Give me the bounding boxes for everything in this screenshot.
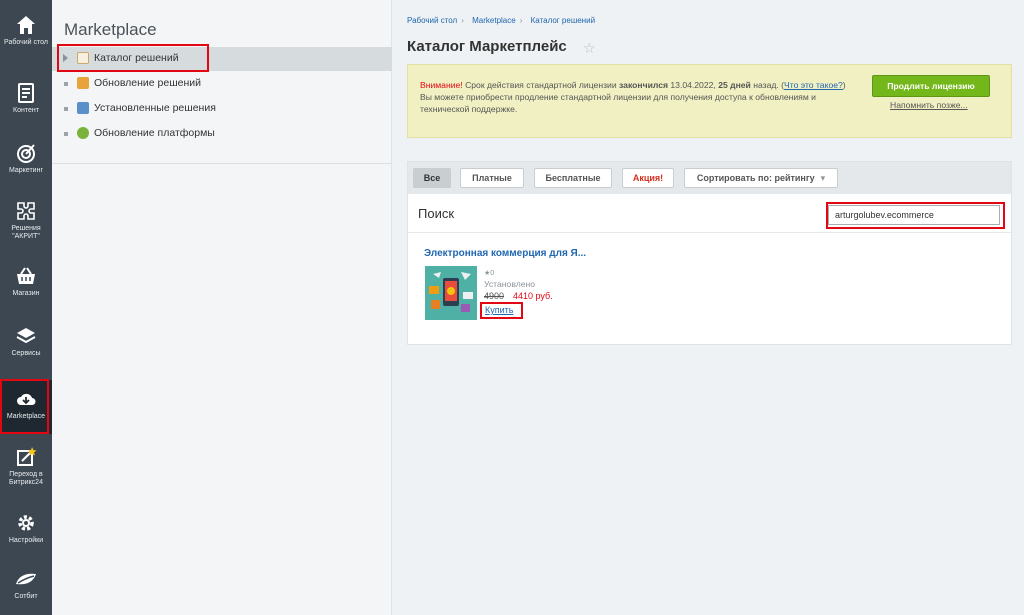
highlight-box-catalog — [57, 44, 209, 72]
marketplace-submenu: Marketplace Каталог решений Обновление р… — [52, 0, 392, 615]
notice-date: 13.04.2022, — [668, 80, 719, 90]
submenu-item-update-solutions[interactable]: Обновление решений — [52, 72, 392, 96]
sidebar-item-desktop[interactable]: Рабочий стол — [0, 14, 52, 47]
sidebar-item-label: Рабочий стол — [4, 39, 48, 46]
product-rating: ★0 — [484, 270, 495, 277]
sidebar-item-sotbit[interactable]: Сотбит — [0, 570, 52, 601]
submenu-divider — [52, 163, 392, 164]
notice-text-part: назад. ( — [750, 80, 785, 90]
gear-icon — [18, 515, 34, 531]
bullet-icon — [64, 132, 68, 136]
product-title-link[interactable]: Электронная коммерция для Я... — [424, 248, 586, 259]
filter-bar: Все Платные Бесплатные Акция! Сортироват… — [408, 162, 1011, 194]
notice-days: 25 дней — [718, 80, 751, 90]
sidebar-item-akrit[interactable]: Решения "АКРИТ" — [0, 200, 52, 241]
external-edit-icon — [17, 447, 37, 466]
page-title: Каталог Маркетплейс — [407, 38, 567, 55]
sidebar-item-label: Настройки — [8, 537, 44, 544]
breadcrumb-catalog[interactable]: Каталог решений — [531, 16, 595, 25]
notice-warning: Внимание! — [420, 80, 463, 90]
highlight-box-marketplace — [0, 379, 49, 434]
bullet-icon — [64, 107, 68, 111]
home-icon — [17, 16, 35, 34]
target-icon — [17, 144, 35, 163]
highlight-box-search — [826, 202, 1005, 229]
license-notice: Внимание! Срок действия стандартной лице… — [407, 64, 1012, 138]
filter-free-button[interactable]: Бесплатные — [534, 168, 612, 188]
breadcrumb-separator-icon: › — [519, 16, 523, 25]
puzzle-icon — [17, 202, 35, 220]
notice-text-part: ) — [842, 80, 846, 90]
sidebar-item-settings[interactable]: Настройки — [0, 512, 52, 545]
sidebar-item-label: Контент — [13, 107, 39, 114]
notice-expired: закончился — [619, 80, 668, 90]
submenu-item-platform-update[interactable]: Обновление платформы — [52, 122, 392, 146]
platform-update-icon — [77, 127, 89, 139]
sidebar-item-label: Маркетинг — [8, 167, 44, 174]
what-is-this-link[interactable]: Что это такое? — [784, 80, 843, 90]
basket-icon — [17, 267, 35, 284]
sort-label: Сортировать по: рейтингу — [696, 173, 815, 183]
installed-solutions-icon — [77, 102, 89, 114]
sidebar-item-label: Решения "АКРИТ" — [11, 225, 41, 240]
filter-all-button[interactable]: Все — [413, 168, 451, 188]
sidebar-item-services[interactable]: Сервисы — [0, 325, 52, 358]
document-icon — [18, 83, 34, 103]
chevron-down-icon: ▾ — [820, 173, 826, 183]
remind-later-link[interactable]: Напомнить позже... — [890, 100, 968, 110]
sidebar-item-label: Сервисы — [11, 350, 41, 357]
breadcrumb-desktop[interactable]: Рабочий стол — [407, 16, 457, 25]
sidebar-item-shop[interactable]: Магазин — [0, 265, 52, 298]
update-solutions-icon — [77, 77, 89, 89]
renew-license-button[interactable]: Продлить лицензию — [872, 75, 990, 97]
left-icon-bar: Рабочий стол Контент Маркетинг Решения "… — [0, 0, 52, 615]
notice-text-part: Срок действия стандартной лицензии — [462, 80, 620, 90]
submenu-item-label: Обновление решений — [94, 77, 202, 89]
product-new-price: 4410 руб. — [513, 291, 553, 301]
star-icon[interactable]: ☆ — [583, 40, 596, 57]
sotbit-logo-icon — [16, 573, 36, 585]
breadcrumb: Рабочий стол › Marketplace › Каталог решен… — [407, 16, 599, 25]
submenu-title: Marketplace — [64, 20, 157, 39]
breadcrumb-marketplace[interactable]: Marketplace — [472, 16, 516, 25]
sidebar-item-marketing[interactable]: Маркетинг — [0, 142, 52, 175]
sort-dropdown[interactable]: Сортировать по: рейтингу ▾ — [684, 168, 838, 188]
search-label: Поиск — [418, 206, 455, 221]
ecommerce-illustration-icon — [425, 266, 477, 320]
sidebar-item-label: Магазин — [12, 290, 40, 297]
filter-paid-button[interactable]: Платные — [460, 168, 524, 188]
product-status: Установлено — [484, 279, 536, 289]
layers-icon — [16, 328, 36, 344]
notice-text-detail: Вы можете приобрести продление стандартн… — [420, 92, 816, 114]
submenu-item-label: Установленные решения — [94, 102, 216, 114]
sidebar-item-label: Переход в Битрикс24 — [9, 471, 43, 486]
sidebar-item-content[interactable]: Контент — [0, 82, 52, 115]
search-divider — [408, 232, 1011, 233]
breadcrumb-separator-icon: › — [461, 16, 464, 25]
product-old-price: 4900 — [484, 291, 505, 301]
product-thumbnail[interactable] — [425, 266, 477, 320]
notice-text: Внимание! Срок действия стандартной лице… — [420, 79, 850, 115]
highlight-box-buy — [480, 302, 523, 319]
filter-sale-button[interactable]: Акция! — [622, 168, 674, 188]
submenu-item-label: Обновление платформы — [94, 127, 215, 139]
bullet-icon — [64, 82, 68, 86]
sidebar-item-bitrix24[interactable]: Переход в Битрикс24 — [0, 446, 52, 487]
sidebar-item-label: Сотбит — [14, 593, 38, 600]
submenu-item-installed[interactable]: Установленные решения — [52, 97, 392, 121]
